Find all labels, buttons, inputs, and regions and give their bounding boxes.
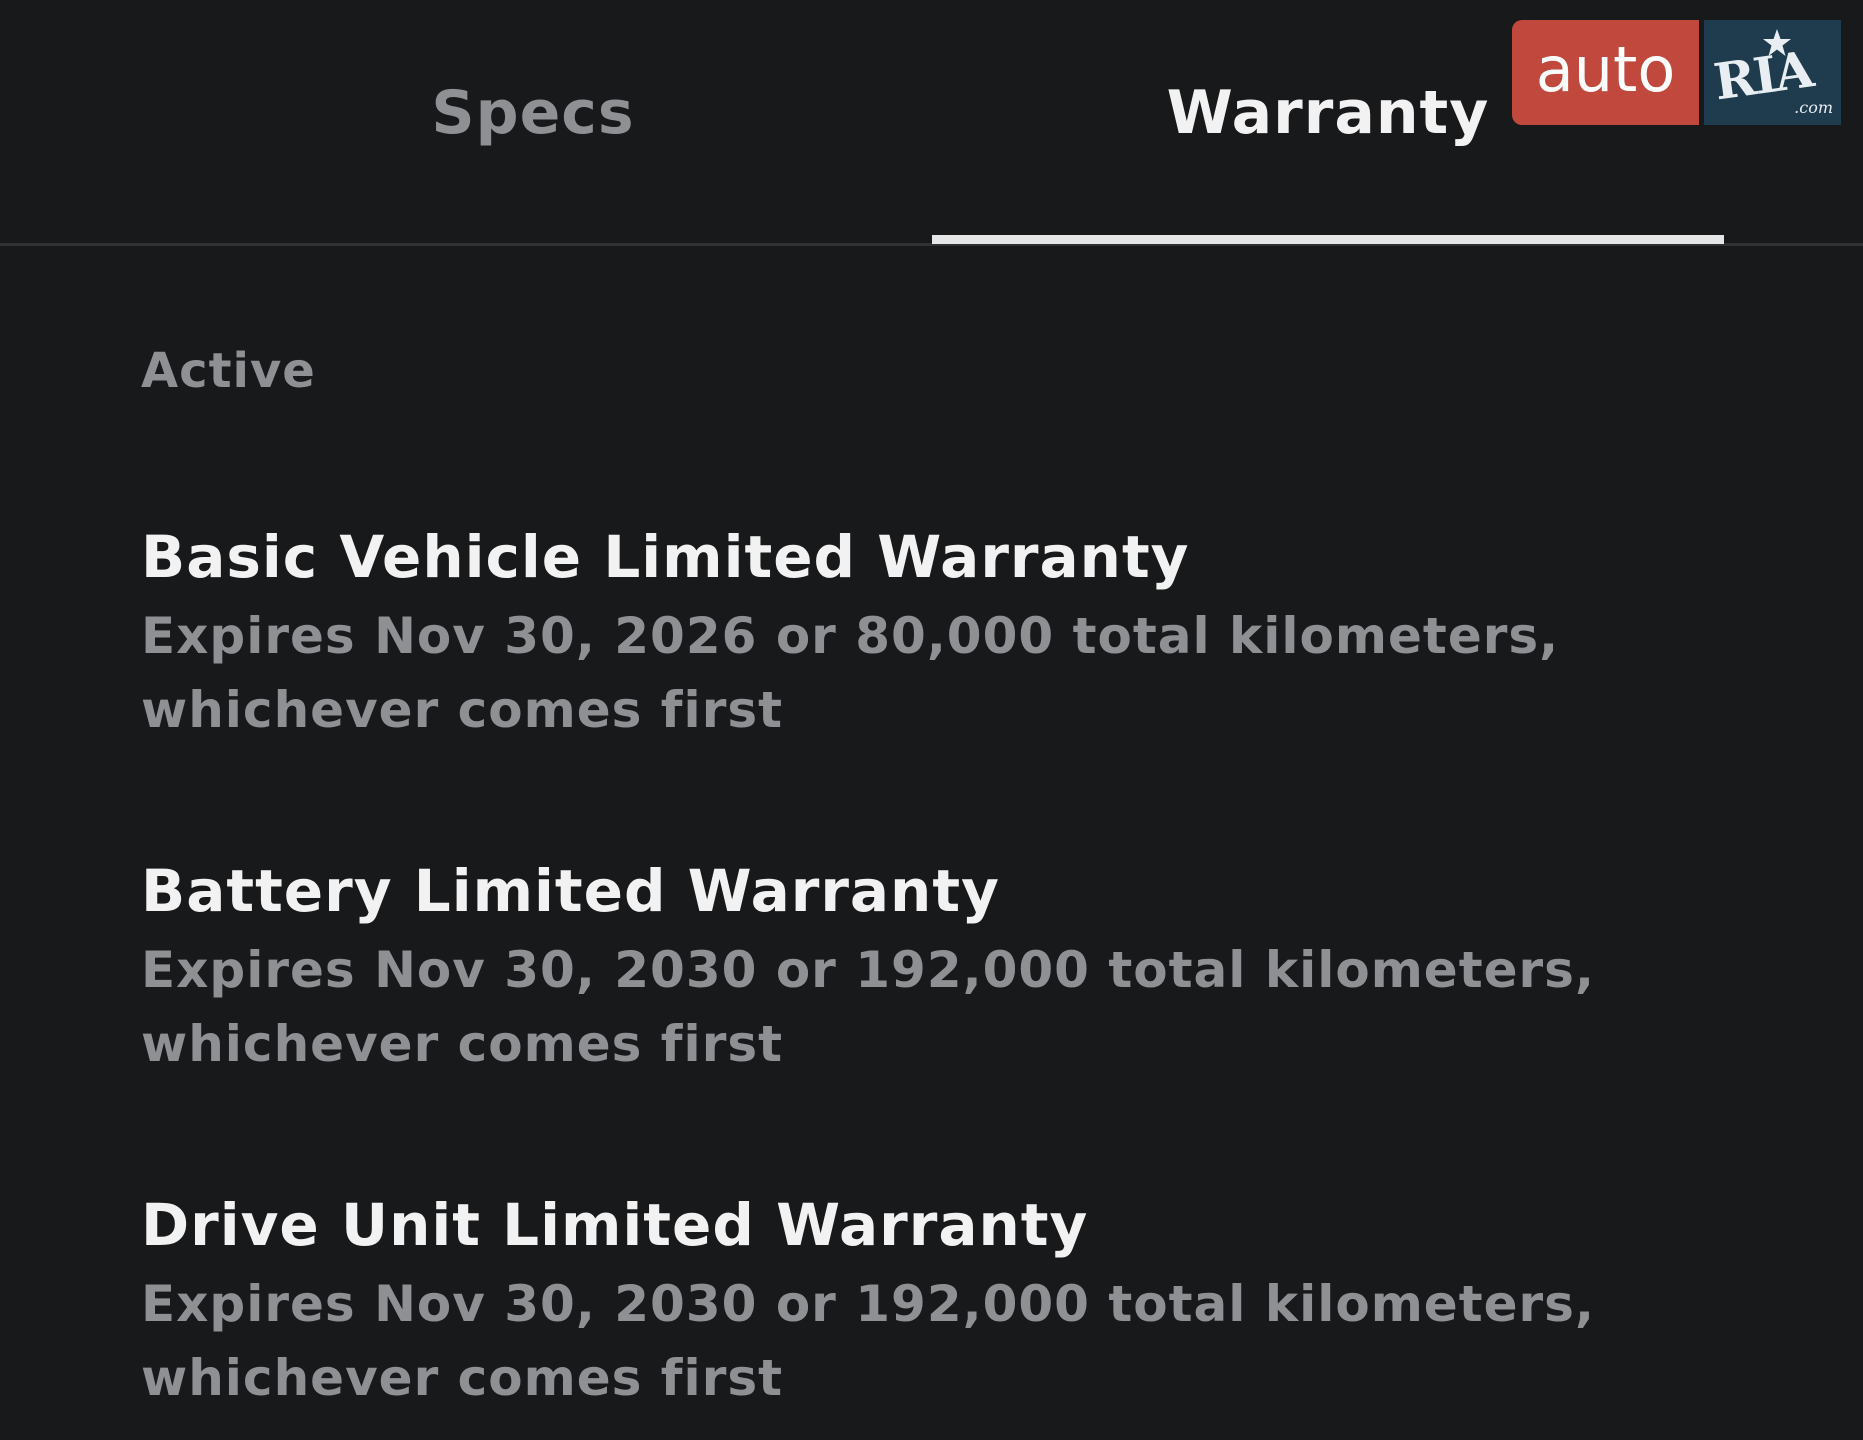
warranty-condition-line: whichever comes first	[141, 681, 784, 739]
warranty-title: Battery Limited Warranty	[141, 857, 1000, 925]
tab-specs-label: Specs	[431, 78, 635, 148]
warranty-title: Drive Unit Limited Warranty	[141, 1191, 1089, 1259]
warranty-item-drive-unit: Drive Unit Limited Warranty Expires Nov …	[141, 1185, 1741, 1415]
tab-specs[interactable]: Specs	[0, 0, 1066, 246]
warranty-description: Expires Nov 30, 2030 or 192,000 total ki…	[141, 1267, 1741, 1415]
warranty-description: Expires Nov 30, 2030 or 192,000 total ki…	[141, 933, 1741, 1081]
section-label-active: Active	[141, 343, 316, 399]
warranty-item-battery: Battery Limited Warranty Expires Nov 30,…	[141, 851, 1741, 1081]
watermark-ria: RIA .com	[1704, 20, 1841, 125]
active-tab-indicator	[932, 235, 1724, 244]
watermark-com-text: .com	[1794, 98, 1833, 117]
warranty-condition-line: whichever comes first	[141, 1015, 784, 1073]
watermark-auto: auto	[1512, 20, 1699, 125]
watermark-auto-text: auto	[1535, 33, 1676, 106]
warranty-title: Basic Vehicle Limited Warranty	[141, 523, 1190, 591]
warranty-description: Expires Nov 30, 2026 or 80,000 total kil…	[141, 599, 1741, 747]
warranty-expiry-line: Expires Nov 30, 2030 or 192,000 total ki…	[141, 941, 1595, 999]
tab-warranty-label: Warranty	[1166, 78, 1490, 148]
warranty-condition-line: whichever comes first	[141, 1349, 784, 1407]
warranty-expiry-line: Expires Nov 30, 2030 or 192,000 total ki…	[141, 1275, 1595, 1333]
warranty-expiry-line: Expires Nov 30, 2026 or 80,000 total kil…	[141, 607, 1560, 665]
autoria-watermark: auto RIA .com	[1512, 20, 1841, 125]
warranty-item-basic-vehicle: Basic Vehicle Limited Warranty Expires N…	[141, 517, 1741, 747]
warranty-screen: Specs Warranty auto RIA .com Active Basi…	[0, 0, 1863, 1440]
